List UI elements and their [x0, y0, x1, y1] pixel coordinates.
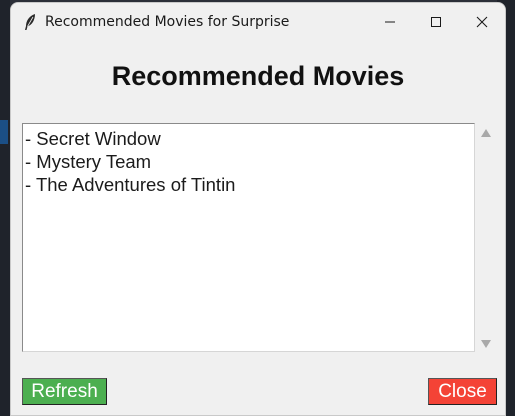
movie-listbox[interactable]: - Secret Window - Mystery Team - The Adv… [22, 123, 475, 352]
list-item[interactable]: - Mystery Team [25, 150, 472, 173]
window-title: Recommended Movies for Surprise [45, 14, 290, 30]
scroll-up-icon[interactable] [481, 129, 491, 137]
title-bar[interactable]: Recommended Movies for Surprise [11, 3, 505, 41]
background-selection-strip [0, 120, 8, 144]
list-item[interactable]: - The Adventures of Tintin [25, 173, 472, 196]
window-close-button[interactable] [459, 3, 505, 41]
close-icon [476, 16, 488, 28]
background-editor-left [0, 0, 10, 416]
feather-icon [25, 14, 35, 30]
refresh-button[interactable]: Refresh [22, 378, 107, 405]
vertical-scrollbar[interactable] [477, 123, 497, 352]
maximize-button[interactable] [413, 3, 459, 41]
scroll-down-icon[interactable] [481, 340, 491, 348]
minimize-icon [385, 21, 395, 23]
list-item[interactable]: - Secret Window [25, 127, 472, 150]
maximize-icon [431, 17, 441, 27]
minimize-button[interactable] [367, 3, 413, 41]
close-button[interactable]: Close [428, 378, 497, 405]
page-title: Recommended Movies [111, 61, 405, 91]
app-window: Recommended Movies for Surprise Recommen… [10, 2, 506, 416]
